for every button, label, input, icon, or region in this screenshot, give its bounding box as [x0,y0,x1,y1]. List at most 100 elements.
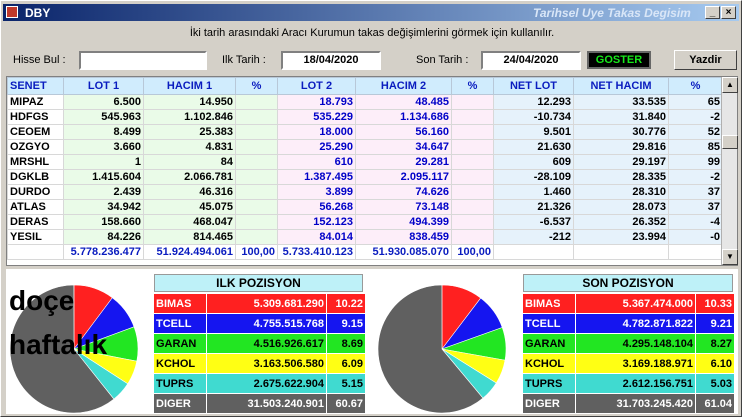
position-symbol: TCELL [153,313,207,334]
table-cell [235,199,278,215]
table-cell [235,124,278,140]
table-row[interactable]: MRSHL 1 84 610 29.281 609 29.197 99 [7,154,723,170]
column-header[interactable]: NET HACIM [573,77,669,95]
total-cell [7,244,64,260]
symbol-cell: ATLAS [7,199,64,215]
position-percent: 6.10 [695,353,735,374]
total-cell [573,244,669,260]
son-pozisyon-title: SON POZISYON [523,274,733,292]
table-row[interactable]: MIPAZ 6.500 14.950 18.793 48.485 12.293 33.535… [7,94,723,110]
table-cell: 45.075 [143,199,236,215]
symbol-cell: DERAS [7,214,64,230]
total-cell: 100,00 [451,244,494,260]
position-row: BIMAS 5.309.681.290 10.22 [153,293,366,314]
ilk-tarih-label: Ilk Tarih : [222,54,266,66]
position-value: 4.782.871.822 [575,313,696,334]
position-symbol: BIMAS [153,293,207,314]
table-cell: -6.537 [493,214,574,230]
table-cell: -4 [668,214,723,230]
position-percent: 5.03 [695,373,735,394]
table-row[interactable]: CEOEM 8.499 25.383 18.000 56.160 9.501 30.776 5… [7,124,723,140]
yazdir-button[interactable]: Yazdir [674,50,737,70]
table-cell: 2.066.781 [143,169,236,185]
position-symbol: TCELL [522,313,576,334]
position-percent: 6.09 [326,353,366,374]
column-header[interactable]: SENET [7,77,64,95]
position-symbol: KCHOL [153,353,207,374]
table-cell: 74.626 [355,184,452,200]
table-cell: 1 [63,154,144,170]
table-cell: -0 [668,229,723,245]
position-percent: 9.15 [326,313,366,334]
table-row[interactable]: HDFGS 545.963 1.102.846 535.229 1.134.686 -10… [7,109,723,125]
column-header[interactable]: HACIM 1 [143,77,236,95]
position-percent: 61.04 [695,393,735,414]
symbol-cell: OZGYO [7,139,64,155]
symbol-cell: MIPAZ [7,94,64,110]
position-value: 4.295.148.104 [575,333,696,354]
table-row[interactable]: OZGYO 3.660 4.831 25.290 34.647 21.630 29.816 8… [7,139,723,155]
table-cell: 34.647 [355,139,452,155]
table-cell: 25.290 [277,139,356,155]
column-header[interactable]: NET LOT [493,77,574,95]
son-tarih-field[interactable]: 24/04/2020 [481,51,581,70]
hisse-bul-input[interactable] [79,51,207,70]
table-cell [451,109,494,125]
position-symbol: DIGER [522,393,576,414]
position-row: DIGER 31.503.240.901 60.67 [153,393,366,414]
position-value: 4.755.515.768 [206,313,327,334]
table-cell: -212 [493,229,574,245]
title-bar[interactable]: DBY Tarihsel Uye Takas Degisim _ × [3,4,739,21]
table-cell: 37 [668,199,723,215]
position-value: 31.503.240.901 [206,393,327,414]
symbol-cell: CEOEM [7,124,64,140]
symbol-cell: DGKLB [7,169,64,185]
goster-button[interactable]: GOSTER [587,51,651,69]
table-cell: 28.310 [573,184,669,200]
table-row[interactable]: DGKLB 1.415.604 2.066.781 1.387.495 2.095.11… [7,169,723,185]
table-cell: 85 [668,139,723,155]
table-row[interactable]: DERAS 158.660 468.047 152.123 494.399 -6.537 2… [7,214,723,230]
table-cell [451,124,494,140]
total-cell [493,244,574,260]
table-cell [235,139,278,155]
symbol-cell: DURDO [7,184,64,200]
vertical-scrollbar[interactable]: ▲ ▼ [721,77,738,265]
minimize-icon[interactable]: _ [705,6,720,19]
table-cell: 84 [143,154,236,170]
position-symbol: KCHOL [522,353,576,374]
window-subtitle: Tarihsel Uye Takas Degisim [533,6,691,20]
table-cell [235,94,278,110]
table-cell: 28.073 [573,199,669,215]
column-header[interactable]: % [668,77,723,95]
close-icon[interactable]: × [721,6,736,19]
symbol-cell: YESIL [7,229,64,245]
symbol-cell: MRSHL [7,154,64,170]
scroll-down-icon[interactable]: ▼ [722,249,738,265]
position-percent: 10.22 [326,293,366,314]
column-header[interactable]: LOT 1 [63,77,144,95]
data-grid[interactable]: SENET LOT 1 HACIM 1% LOT 2 HACIM 2% NET LOT NE… [6,76,738,266]
son-pozisyon-table: BIMAS 5.367.474.000 10.33 TCELL 4.782.871.82… [522,293,735,414]
scroll-up-icon[interactable]: ▲ [722,77,738,93]
position-row: TUPRS 2.612.156.751 5.03 [522,373,735,394]
watermark-line1: doçe [9,285,75,316]
column-header[interactable]: % [235,77,278,95]
column-header[interactable]: % [451,77,494,95]
table-row[interactable]: ATLAS 34.942 45.075 56.268 73.148 21.326 28.07… [7,199,723,215]
table-cell: 158.660 [63,214,144,230]
table-row[interactable]: YESIL 84.226 814.465 84.014 838.459 -212 23.99… [7,229,723,245]
column-header[interactable]: LOT 2 [277,77,356,95]
scroll-thumb[interactable] [722,135,738,149]
totals-row: 5.778.236.477 51.924.494.061 100,00 5.733.4… [7,244,723,260]
table-row[interactable]: DURDO 2.439 46.316 3.899 74.626 1.460 28.310 37 [7,184,723,200]
total-cell: 51.924.494.061 [143,244,236,260]
table-cell [451,169,494,185]
column-header[interactable]: HACIM 2 [355,77,452,95]
table-cell [451,154,494,170]
ilk-tarih-field[interactable]: 18/04/2020 [281,51,381,70]
hisse-bul-label: Hisse Bul : [13,54,66,66]
position-value: 3.163.506.580 [206,353,327,374]
table-cell: 37 [668,184,723,200]
table-cell: 52 [668,124,723,140]
